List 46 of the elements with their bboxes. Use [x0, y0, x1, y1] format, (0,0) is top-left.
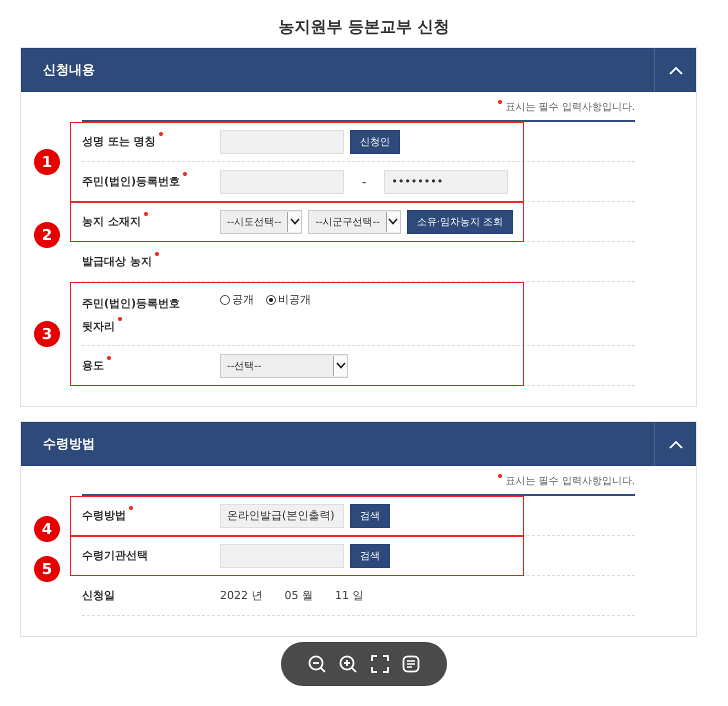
date-text: 05 월: [284, 588, 313, 603]
input-field[interactable]: 온라인발급(본인출력): [220, 504, 344, 528]
field-label: 발급대상 농지: [82, 250, 220, 274]
field-label: 용도: [82, 354, 220, 378]
input-field[interactable]: [220, 170, 344, 194]
date-text: 2022 년: [220, 588, 262, 603]
field-label: 성명 또는 명칭: [82, 130, 220, 154]
page-title: 농지원부 등본교부 신청: [277, 16, 451, 38]
select-field[interactable]: --선택--: [220, 354, 348, 378]
step-badge: 5: [34, 556, 60, 582]
input-field[interactable]: [220, 544, 344, 568]
step-badge: 1: [34, 149, 60, 175]
input-field[interactable]: ••••••••: [384, 170, 508, 194]
section-title: 신청내용: [42, 62, 95, 79]
radio-option[interactable]: 공개: [220, 292, 254, 307]
dropdown-icon: [290, 218, 300, 225]
step-badge: 3: [34, 321, 60, 347]
dropdown-icon: [388, 218, 398, 225]
step-badge: 4: [34, 516, 60, 542]
action-button[interactable]: 신청인: [350, 130, 400, 154]
zoom-out-icon[interactable]: [306, 654, 327, 674]
step-badge: 2: [34, 222, 60, 248]
field-label: 수령방법: [82, 504, 220, 528]
date-text: 11 일: [335, 588, 364, 603]
required-note: 표시는 필수 입력사항입니다.: [498, 474, 635, 488]
chevron-icon: [668, 440, 682, 448]
input-field[interactable]: [220, 130, 344, 154]
document-icon[interactable]: [401, 654, 422, 674]
chevron-icon: [668, 66, 682, 74]
zoom-in-icon[interactable]: [338, 654, 358, 674]
action-button[interactable]: 검색: [350, 504, 390, 528]
action-button[interactable]: 소유·임차농지 조회: [406, 210, 514, 234]
select-field[interactable]: --시군구선택--: [308, 210, 401, 234]
field-label: 수령기관선택: [82, 548, 149, 564]
select-field[interactable]: --시도선택--: [220, 210, 302, 234]
required-note: 표시는 필수 입력사항입니다.: [498, 100, 635, 114]
dropdown-icon: [336, 362, 346, 369]
field-label: 신청일: [82, 588, 116, 604]
fullscreen-icon[interactable]: [370, 654, 390, 674]
field-label: 농지 소재지: [82, 210, 220, 234]
field-label: 주민(법인)등록번호 뒷자리: [82, 296, 182, 336]
action-button[interactable]: 검색: [350, 544, 390, 568]
section-title: 수령방법: [42, 436, 95, 453]
separator-text: -: [361, 174, 368, 188]
field-label: 주민(법인)등록번호: [82, 170, 220, 194]
radio-option[interactable]: 비공개: [266, 292, 311, 307]
